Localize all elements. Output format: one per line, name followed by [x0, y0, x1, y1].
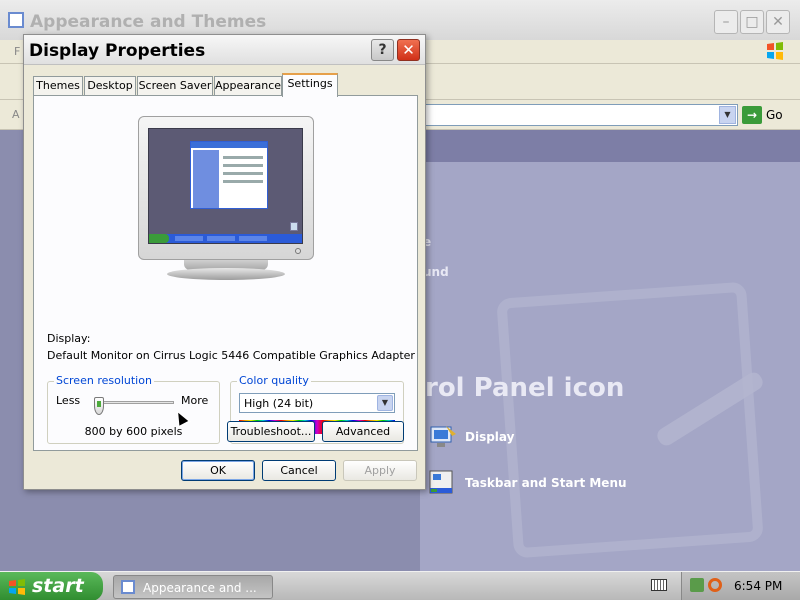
- screen-resolution-title: Screen resolution: [54, 374, 154, 387]
- system-tray: 6:54 PM: [681, 572, 800, 600]
- control-panel-window-icon: [8, 12, 24, 28]
- address-input[interactable]: ▼: [420, 104, 738, 126]
- preview-recycle-bin-icon: [290, 222, 298, 231]
- resolution-value: 800 by 600 pixels: [84, 425, 183, 438]
- content-header: [420, 130, 800, 162]
- troubleshoot-button[interactable]: Troubleshoot...: [227, 421, 315, 442]
- resolution-more-label: More: [181, 394, 209, 407]
- monitor-preview: [138, 116, 314, 260]
- ok-button[interactable]: OK: [181, 460, 255, 481]
- display-properties-dialog: Display Properties ? ✕ Themes Desktop Sc…: [23, 34, 426, 490]
- tab-appearance[interactable]: Appearance: [214, 76, 282, 96]
- menu-item-file[interactable]: F: [14, 45, 20, 58]
- go-label: Go: [766, 108, 783, 122]
- monitor-base: [167, 268, 285, 280]
- color-quality-title: Color quality: [237, 374, 311, 387]
- maximize-button[interactable]: □: [740, 10, 764, 34]
- monitor-screen: [148, 128, 303, 244]
- go-button[interactable]: → Go: [742, 106, 792, 126]
- address-dropdown-button[interactable]: ▼: [719, 106, 736, 124]
- address-label: A: [12, 108, 20, 121]
- display-adapter-text: Default Monitor on Cirrus Logic 5446 Com…: [47, 349, 415, 362]
- resolution-less-label: Less: [56, 394, 81, 407]
- partial-text-2: und: [423, 265, 449, 279]
- display-label: Display:: [47, 332, 91, 345]
- tab-themes[interactable]: Themes: [33, 76, 83, 96]
- cancel-button[interactable]: Cancel: [262, 460, 336, 481]
- taskbar: start Appearance and ... 6:54 PM: [0, 571, 800, 600]
- control-panel-task-icon: [121, 580, 135, 594]
- start-label: start: [32, 575, 84, 597]
- preview-taskbar: [149, 234, 302, 243]
- taskbar-start-menu-link[interactable]: Taskbar and Start Menu: [465, 476, 627, 490]
- chevron-down-icon[interactable]: ▼: [377, 395, 393, 411]
- start-button[interactable]: start: [0, 572, 103, 600]
- settings-panel: Display: Default Monitor on Cirrus Logic…: [33, 95, 418, 451]
- preview-window: [190, 141, 268, 209]
- tab-screen-saver[interactable]: Screen Saver: [137, 76, 213, 96]
- close-button[interactable]: ✕: [766, 10, 790, 34]
- color-quality-value: High (24 bit): [244, 397, 314, 410]
- dialog-title: Display Properties: [29, 41, 206, 61]
- display-icon[interactable]: [428, 422, 458, 452]
- minimize-button[interactable]: –: [714, 10, 738, 34]
- taskbar-button-appearance[interactable]: Appearance and ...: [113, 575, 273, 599]
- help-button[interactable]: ?: [371, 39, 394, 61]
- resolution-slider-thumb[interactable]: [94, 397, 104, 415]
- apply-button[interactable]: Apply: [343, 460, 417, 481]
- taskbar-button-label: Appearance and ...: [143, 581, 257, 595]
- control-panel-title: Appearance and Themes: [30, 12, 267, 32]
- windows-flag-icon: [9, 579, 25, 595]
- tab-settings[interactable]: Settings: [282, 73, 338, 97]
- clock[interactable]: 6:54 PM: [734, 579, 782, 593]
- display-link[interactable]: Display: [465, 430, 514, 444]
- tab-desktop[interactable]: Desktop: [84, 76, 136, 96]
- color-quality-select[interactable]: High (24 bit) ▼: [239, 393, 395, 413]
- control-panel-watermark: [496, 281, 764, 559]
- advanced-button[interactable]: Advanced: [322, 421, 404, 442]
- keyboard-icon[interactable]: [651, 579, 667, 591]
- dialog-title-bar[interactable]: Display Properties ? ✕: [24, 35, 425, 65]
- monitor-power-icon: [295, 248, 301, 254]
- resolution-slider-track[interactable]: [95, 401, 174, 404]
- network-icon[interactable]: [690, 578, 704, 592]
- taskbar-icon[interactable]: [428, 468, 458, 498]
- dialog-close-button[interactable]: ✕: [397, 39, 420, 61]
- pick-control-panel-heading: rol Panel icon: [425, 373, 625, 403]
- search-icon[interactable]: [708, 578, 722, 592]
- screen-resolution-group: Screen resolution Less More 800 by 600 p…: [47, 374, 220, 444]
- windows-logo-icon: [767, 42, 783, 60]
- go-arrow-icon: →: [742, 106, 762, 124]
